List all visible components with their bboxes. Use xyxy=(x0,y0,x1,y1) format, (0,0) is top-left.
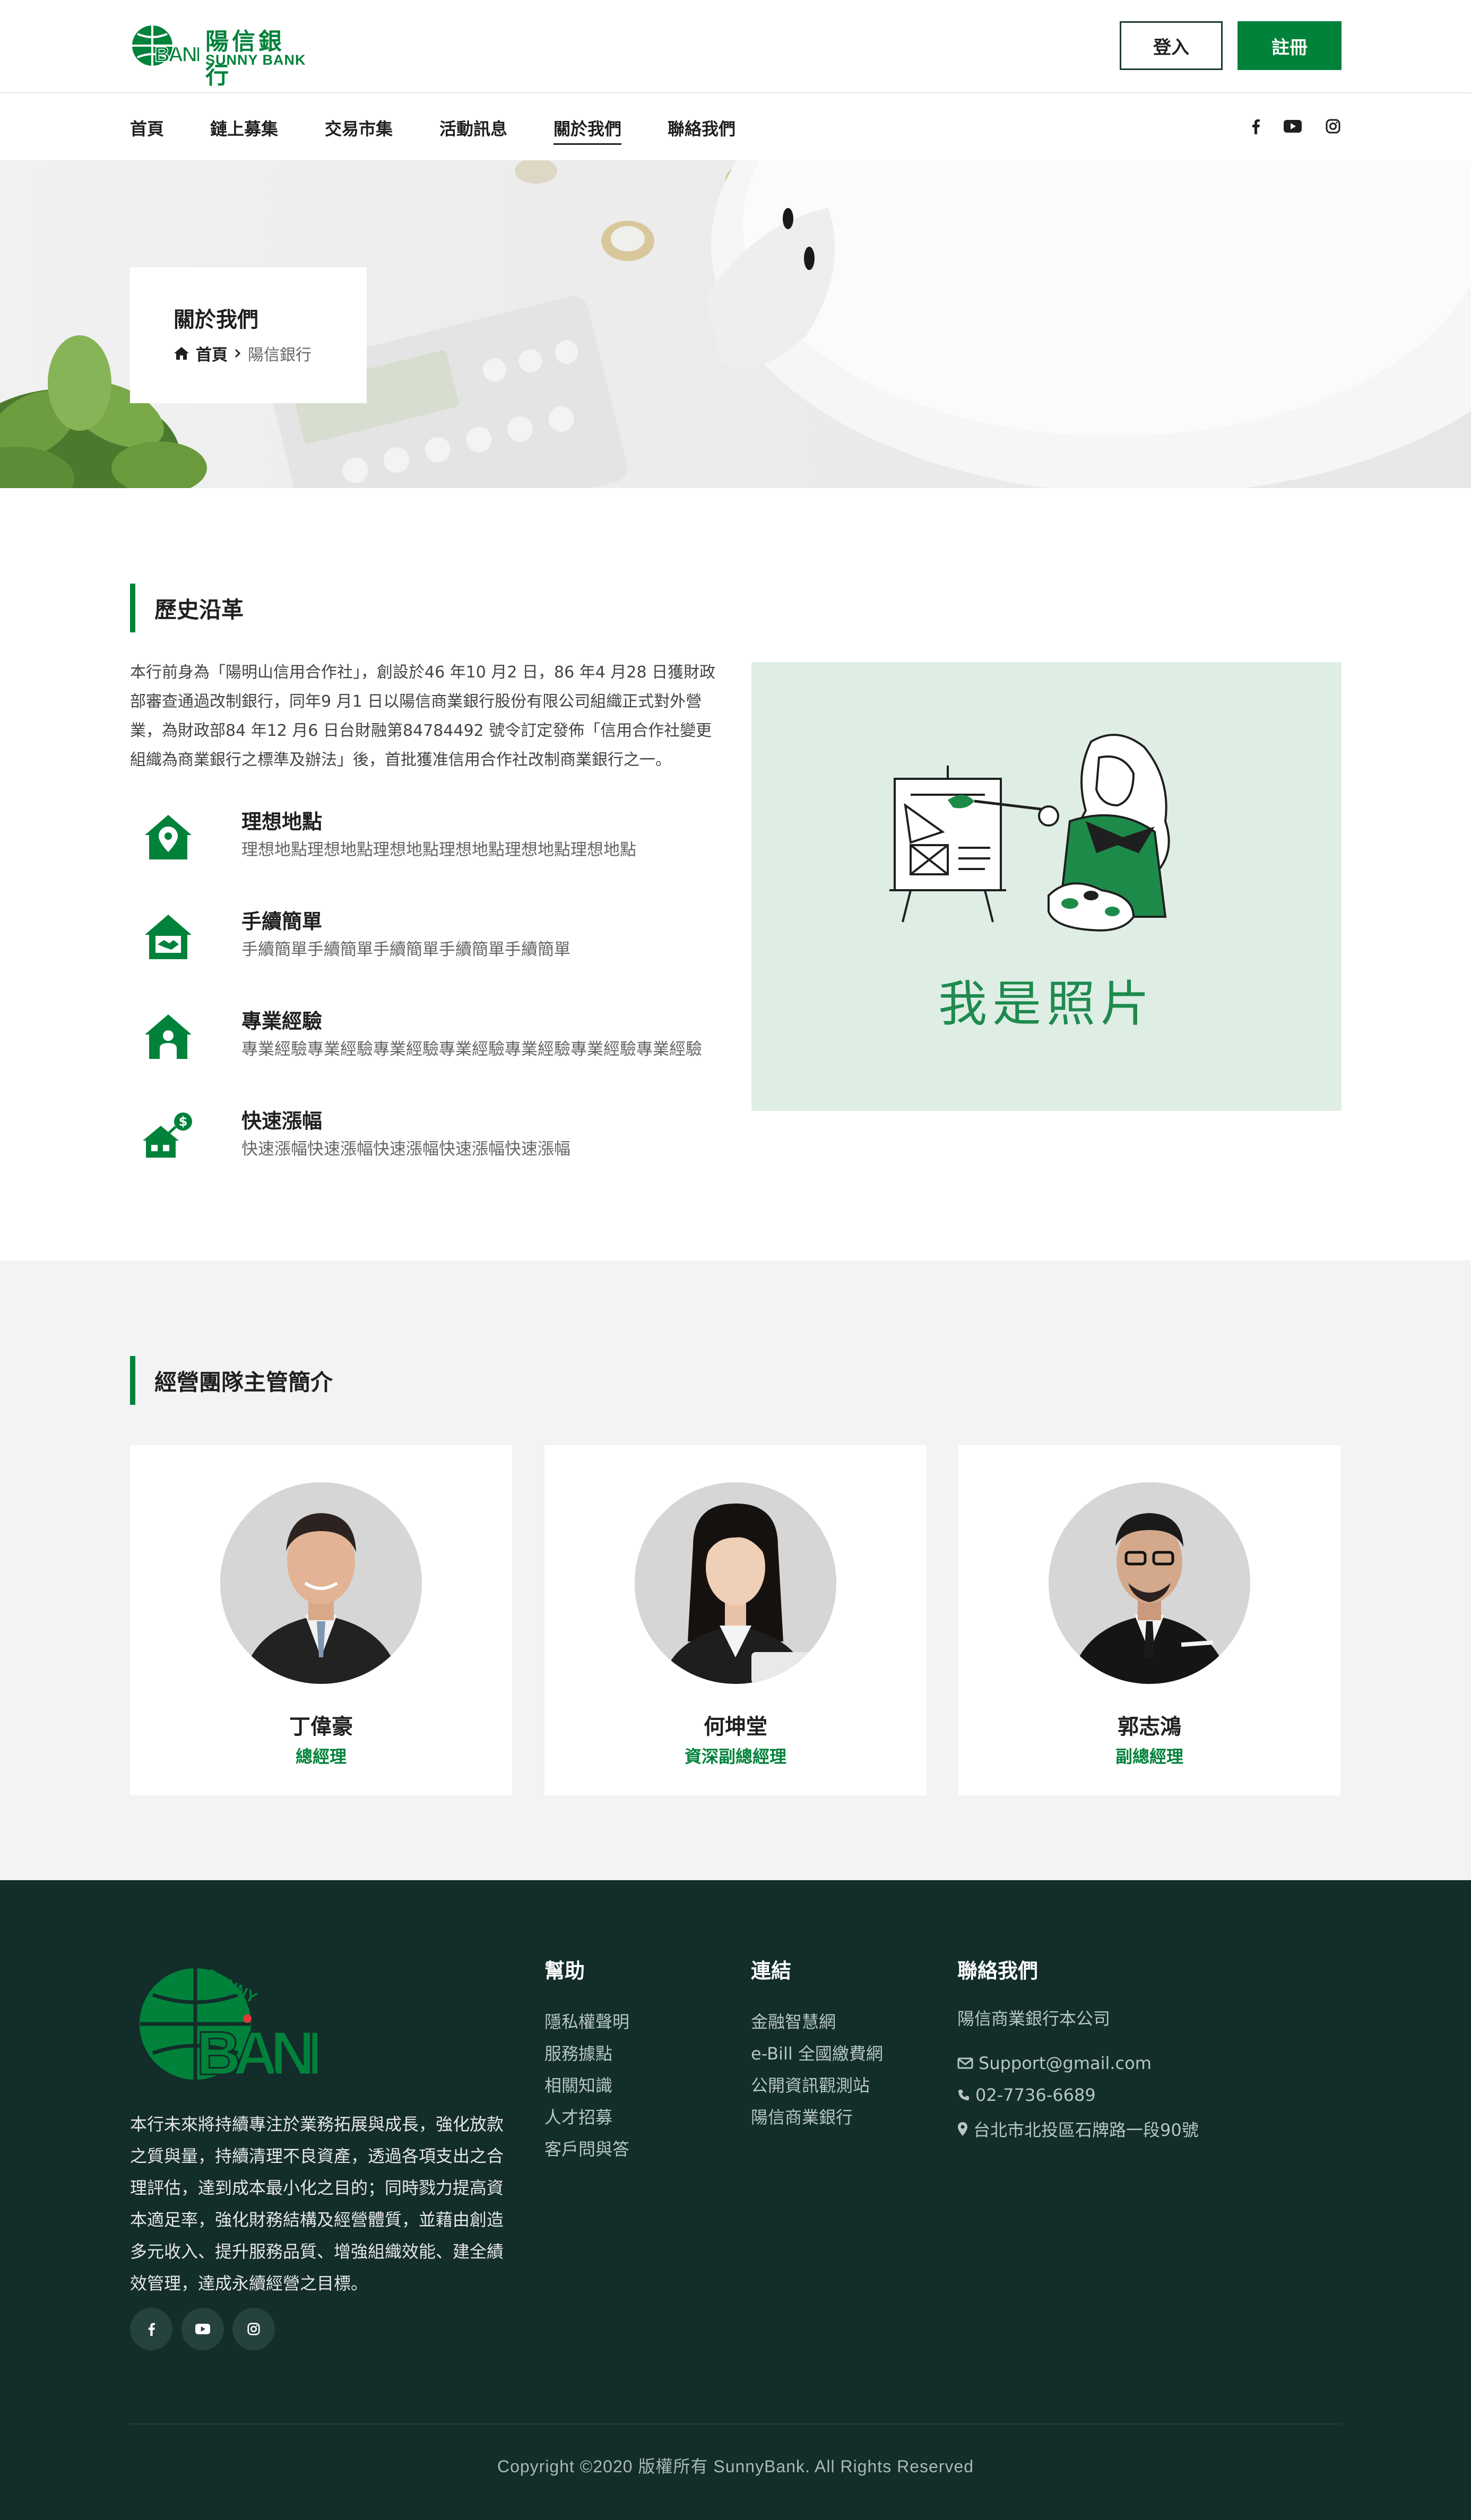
footer-contact-title: 聯絡我們 xyxy=(957,1959,1039,1983)
avatar xyxy=(220,1482,422,1684)
instagram-icon[interactable] xyxy=(1323,117,1343,136)
footer-link-mops[interactable]: 公開資訊觀測站 xyxy=(751,2072,870,2097)
hero-title-card: 關於我們 首頁 陽信銀行 xyxy=(130,267,367,403)
photo-caption: 我是照片 xyxy=(938,976,1155,1032)
house-growth-icon: $ xyxy=(143,1113,192,1158)
svg-text:BANK: BANK xyxy=(196,2019,317,2088)
member-name: 郭志鴻 xyxy=(1118,1715,1181,1739)
feature-title: 快速漲幅 xyxy=(241,1109,323,1133)
footer-link-careers[interactable]: 人才招募 xyxy=(544,2104,612,2128)
nav-item-events[interactable]: 活動訊息 xyxy=(439,116,507,143)
member-role: 總經理 xyxy=(295,1746,347,1767)
nav-item-market[interactable]: 交易市集 xyxy=(325,116,393,143)
home-icon xyxy=(174,347,189,360)
footer-about-text: 本行未來將持續專注於業務拓展與成長，強化放款之質與量，持續清理不良資產，透過各項… xyxy=(130,2114,504,2293)
team-section: 經營團隊主管簡介 丁偉豪 總經理 何坤堂 資深副總經理 郭志鴻 副總經理 xyxy=(0,1261,1471,1880)
feature-fast-growth: $ 快速漲幅 快速漲幅快速漲幅快速漲幅快速漲幅快速漲幅 xyxy=(130,1105,724,1168)
feature-title: 手續簡單 xyxy=(241,910,323,933)
bank-globe-logo-icon: BANK xyxy=(132,25,199,67)
top-header: BANK 陽信銀行 SUNNY BANK 登入 註冊 xyxy=(0,0,1471,93)
team-member-card[interactable]: 丁偉豪 總經理 xyxy=(130,1445,512,1795)
feature-title: 專業經驗 xyxy=(241,1010,323,1033)
footer-help-title: 幫助 xyxy=(544,1959,585,1983)
brand-name-en: SUNNY BANK xyxy=(205,52,306,68)
nav-item-contact[interactable]: 聯絡我們 xyxy=(668,116,735,143)
avatar xyxy=(1049,1482,1250,1684)
feature-title: 理想地點 xyxy=(241,810,323,833)
history-heading: 歷史沿革 xyxy=(130,584,244,632)
envelope-icon xyxy=(957,2057,973,2069)
team-heading: 經營團隊主管簡介 xyxy=(130,1356,333,1405)
nav-item-home[interactable]: 首頁 xyxy=(130,116,164,143)
footer-link-sunny-bank[interactable]: 陽信商業銀行 xyxy=(751,2104,853,2128)
feature-description: 專業經驗專業經驗專業經驗專業經驗專業經驗專業經驗專業經驗 xyxy=(241,1040,702,1059)
footer-link-ebill[interactable]: e-Bill 全國繳費網 xyxy=(751,2040,883,2065)
feature-expertise: 專業經驗 專業經驗專業經驗專業經驗專業經驗專業經驗專業經驗專業經驗 xyxy=(130,1005,724,1068)
house-person-icon xyxy=(145,1014,192,1059)
instagram-icon[interactable] xyxy=(232,2308,275,2350)
footer-links-title: 連結 xyxy=(751,1959,792,1983)
youtube-icon[interactable] xyxy=(181,2308,224,2350)
house-handshake-icon xyxy=(145,915,192,959)
man-portrait-image xyxy=(220,1482,422,1684)
team-member-card[interactable]: 何坤堂 資深副總經理 xyxy=(544,1445,927,1795)
svg-text:$: $ xyxy=(179,1114,188,1129)
footer-address-text: 台北市北投區石牌路一段90號 xyxy=(973,2120,1199,2140)
feature-description: 快速漲幅快速漲幅快速漲幅快速漲幅快速漲幅 xyxy=(241,1140,570,1159)
member-name: 丁偉豪 xyxy=(289,1715,353,1739)
painter-illustration xyxy=(889,734,1170,932)
page-title: 關於我們 xyxy=(174,308,258,332)
chevron-right-icon xyxy=(235,349,241,358)
facebook-icon[interactable] xyxy=(1246,117,1265,136)
footer-address: 台北市北投區石牌路一段90號 xyxy=(957,2117,1199,2141)
history-paragraph: 本行前身為「陽明山信用合作社」，創設於46 年10 月2 日，86 年4 月28… xyxy=(130,663,716,769)
youtube-icon[interactable] xyxy=(1283,117,1302,136)
breadcrumb: 首頁 陽信銀行 xyxy=(174,342,311,365)
map-marker-icon xyxy=(958,2122,967,2136)
copyright-text: Copyright ©2020 版權所有 SunnyBank. All Righ… xyxy=(497,2457,974,2476)
feature-simple-process: 手續簡單 手續簡單手續簡單手續簡單手續簡單手續簡單 xyxy=(130,905,724,969)
footer-email[interactable]: Support@gmail.com xyxy=(957,2053,1152,2073)
brand-logo[interactable]: BANK 陽信銀行 SUNNY BANK xyxy=(130,21,310,89)
footer-logo-icon[interactable]: SUNNY BANK xyxy=(137,1958,317,2090)
avatar xyxy=(635,1482,836,1684)
footer-divider xyxy=(130,2423,1341,2425)
footer-link-finance-wisdom[interactable]: 金融智慧網 xyxy=(751,2009,836,2033)
facebook-icon[interactable] xyxy=(130,2308,172,2350)
svg-text:BANK: BANK xyxy=(154,43,199,66)
team-member-card[interactable]: 郭志鴻 副總經理 xyxy=(958,1445,1340,1795)
nav-item-about[interactable]: 關於我們 xyxy=(553,116,622,145)
register-button[interactable]: 註冊 xyxy=(1238,21,1342,70)
house-location-icon xyxy=(145,815,192,859)
footer-company-name: 陽信商業銀行本公司 xyxy=(957,2009,1111,2029)
breadcrumb-home-link[interactable]: 首頁 xyxy=(196,342,228,365)
breadcrumb-current: 陽信銀行 xyxy=(248,346,311,364)
photo-placeholder: 我是照片 xyxy=(751,662,1342,1111)
feature-description: 手續簡單手續簡單手續簡單手續簡單手續簡單 xyxy=(241,940,570,959)
member-role: 副總經理 xyxy=(1115,1746,1183,1767)
member-role: 資深副總經理 xyxy=(684,1746,786,1767)
feature-description: 理想地點理想地點理想地點理想地點理想地點理想地點 xyxy=(241,840,636,859)
man-glasses-portrait-image xyxy=(1049,1482,1250,1684)
footer-link-locations[interactable]: 服務據點 xyxy=(544,2040,612,2065)
phone-icon xyxy=(958,2090,969,2100)
footer-phone-text[interactable]: 02-7736-6689 xyxy=(975,2085,1096,2105)
footer-email-text[interactable]: Support@gmail.com xyxy=(979,2053,1152,2073)
footer-link-knowledge[interactable]: 相關知識 xyxy=(544,2072,612,2097)
footer-phone[interactable]: 02-7736-6689 xyxy=(957,2085,1096,2105)
nav-item-fundraising[interactable]: 鏈上募集 xyxy=(210,116,278,143)
member-name: 何坤堂 xyxy=(704,1715,767,1739)
footer-link-privacy[interactable]: 隱私權聲明 xyxy=(544,2009,629,2033)
page-hero-banner: 關於我們 首頁 陽信銀行 xyxy=(0,160,1471,488)
woman-portrait-image xyxy=(635,1482,836,1684)
feature-ideal-location: 理想地點 理想地點理想地點理想地點理想地點理想地點理想地點 xyxy=(130,805,724,869)
site-footer: SUNNY BANK 本行未來將持續專注於業務拓展與成長，強化放款之質與量，持續… xyxy=(0,1880,1471,2520)
footer-link-faq[interactable]: 客戶問與答 xyxy=(544,2136,629,2160)
main-navigation: 首頁 鏈上募集 交易市集 活動訊息 關於我們 聯絡我們 xyxy=(0,94,1471,160)
login-button[interactable]: 登入 xyxy=(1120,21,1223,70)
